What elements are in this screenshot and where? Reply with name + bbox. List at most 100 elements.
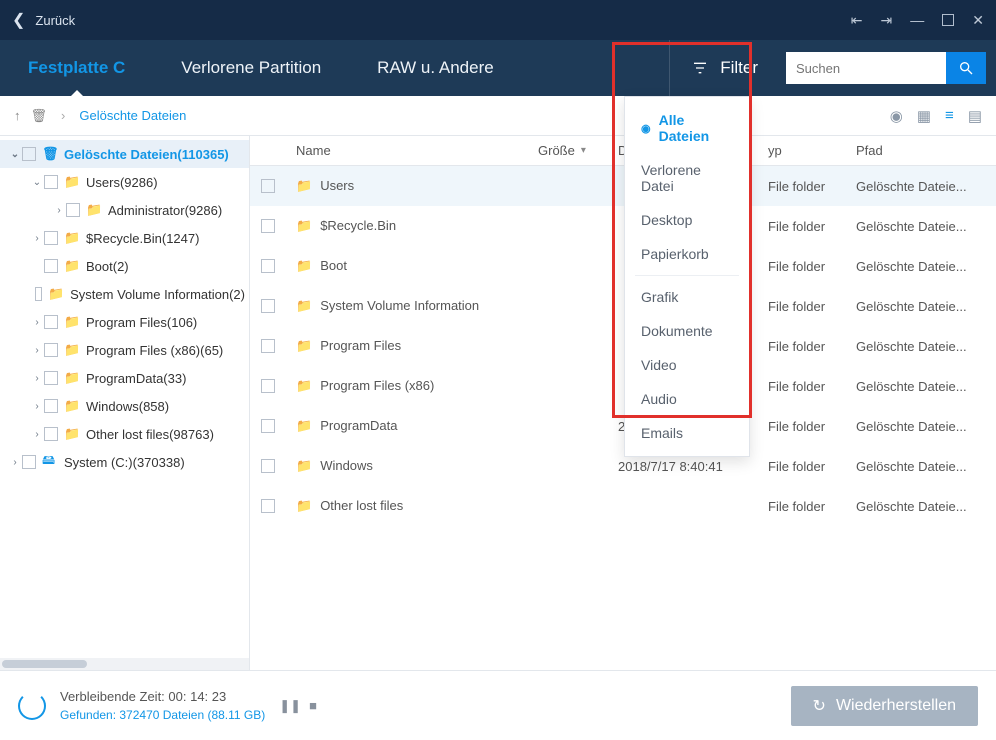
- caret-icon[interactable]: ›: [30, 373, 44, 384]
- tree-label: $Recycle.Bin(1247): [86, 231, 199, 246]
- checkbox[interactable]: [44, 315, 58, 329]
- trash-icon[interactable]: 🗑: [31, 108, 48, 124]
- checkbox[interactable]: [261, 419, 275, 433]
- tree-item[interactable]: ⌄🗑Gelöschte Dateien(110365): [0, 140, 249, 168]
- file-path: Gelöschte Dateie...: [846, 339, 996, 354]
- checkbox[interactable]: [261, 379, 275, 393]
- filter-button[interactable]: Filter: [669, 40, 786, 96]
- file-name: Program Files (x86): [320, 378, 434, 393]
- tree-label: Windows(858): [86, 399, 169, 414]
- checkbox[interactable]: [44, 175, 58, 189]
- up-icon[interactable]: ↑: [14, 108, 21, 123]
- tree-item[interactable]: ›📁$Recycle.Bin(1247): [0, 224, 249, 252]
- filter-item[interactable]: Video: [625, 348, 749, 382]
- caret-icon[interactable]: ›: [52, 205, 66, 216]
- folder-icon: 📁: [296, 418, 312, 433]
- col-path[interactable]: Pfad: [846, 143, 996, 158]
- checkbox[interactable]: [261, 459, 275, 473]
- tree-item[interactable]: ›🖴System (C:)(370338): [0, 448, 249, 476]
- checkbox[interactable]: [261, 339, 275, 353]
- tree-item[interactable]: 📁System Volume Information(2): [0, 280, 249, 308]
- tree-item[interactable]: ›📁Administrator(9286): [0, 196, 249, 224]
- back-button[interactable]: ❮ Zurück: [12, 10, 75, 30]
- export-icon[interactable]: ⇥: [881, 12, 893, 29]
- checkbox[interactable]: [261, 259, 275, 273]
- checkbox[interactable]: [44, 399, 58, 413]
- table-row[interactable]: 📁Program Files (x86)File folderGelöschte…: [250, 366, 996, 406]
- col-type[interactable]: yp: [758, 143, 846, 158]
- col-name[interactable]: Name: [286, 143, 528, 158]
- filter-item[interactable]: Grafik: [625, 280, 749, 314]
- tab-disk-c[interactable]: Festplatte C: [0, 40, 153, 96]
- filter-item[interactable]: Desktop: [625, 203, 749, 237]
- filter-item-all[interactable]: Alle Dateien: [625, 103, 749, 153]
- tree-item[interactable]: ›📁Program Files(106): [0, 308, 249, 336]
- table-row[interactable]: 📁BootFile folderGelöschte Dateie...: [250, 246, 996, 286]
- search-button[interactable]: [946, 52, 986, 84]
- file-name: Other lost files: [320, 498, 403, 513]
- table-row[interactable]: 📁Program FilesFile folderGelöschte Datei…: [250, 326, 996, 366]
- caret-icon[interactable]: ⌄: [8, 149, 22, 160]
- caret-icon[interactable]: ›: [30, 429, 44, 440]
- tree-item[interactable]: ›📁Program Files (x86)(65): [0, 336, 249, 364]
- tree-item[interactable]: ›📁Other lost files(98763): [0, 420, 249, 448]
- checkbox[interactable]: [22, 455, 36, 469]
- list-view-icon[interactable]: ≡: [945, 107, 954, 124]
- caret-icon[interactable]: ⌄: [30, 177, 44, 188]
- grid-view-icon[interactable]: ▦: [917, 107, 931, 125]
- folder-icon: 📁: [64, 342, 80, 358]
- filter-item[interactable]: Dokumente: [625, 314, 749, 348]
- tab-raw-other[interactable]: RAW u. Andere: [349, 40, 522, 96]
- recover-button[interactable]: ↻ Wiederherstellen: [791, 686, 978, 726]
- tree-item[interactable]: ›📁ProgramData(33): [0, 364, 249, 392]
- maximize-button[interactable]: [942, 14, 954, 26]
- minimize-button[interactable]: —: [910, 12, 924, 28]
- checkbox[interactable]: [44, 259, 58, 273]
- caret-icon[interactable]: ›: [30, 233, 44, 244]
- filter-item[interactable]: Papierkorb: [625, 237, 749, 271]
- filter-item[interactable]: Audio: [625, 382, 749, 416]
- filter-item[interactable]: Verlorene Datei: [625, 153, 749, 203]
- preview-icon[interactable]: ◉: [890, 107, 903, 125]
- checkbox[interactable]: [261, 499, 275, 513]
- search-wrap: [786, 52, 986, 84]
- caret-icon[interactable]: ›: [8, 457, 22, 468]
- checkbox[interactable]: [44, 343, 58, 357]
- import-icon[interactable]: ⇤: [851, 12, 863, 29]
- tab-lost-partition[interactable]: Verlorene Partition: [153, 40, 349, 96]
- tree-item[interactable]: ›📁Windows(858): [0, 392, 249, 420]
- col-size[interactable]: Größe▾: [528, 143, 608, 158]
- caret-icon[interactable]: ›: [30, 345, 44, 356]
- breadcrumb[interactable]: Gelöschte Dateien: [79, 108, 186, 123]
- content: Name Größe▾ D yp Pfad 📁UsersFile folderG…: [250, 136, 996, 670]
- caret-icon[interactable]: ›: [30, 401, 44, 412]
- tree-item[interactable]: 📁Boot(2): [0, 252, 249, 280]
- checkbox[interactable]: [261, 179, 275, 193]
- checkbox[interactable]: [66, 203, 80, 217]
- checkbox[interactable]: [261, 299, 275, 313]
- caret-icon[interactable]: ›: [30, 317, 44, 328]
- checkbox[interactable]: [261, 219, 275, 233]
- filter-item[interactable]: Emails: [625, 416, 749, 450]
- table-row[interactable]: 📁ProgramData2018/7/23 8:53:06File folder…: [250, 406, 996, 446]
- table-row[interactable]: 📁$Recycle.BinFile folderGelöschte Dateie…: [250, 206, 996, 246]
- checkbox[interactable]: [44, 231, 58, 245]
- tree-item[interactable]: ⌄📁Users(9286): [0, 168, 249, 196]
- sidebar-scrollbar[interactable]: [0, 658, 249, 670]
- table-row[interactable]: 📁Other lost filesFile folderGelöschte Da…: [250, 486, 996, 526]
- file-type: File folder: [758, 179, 846, 194]
- checkbox[interactable]: [44, 427, 58, 441]
- checkbox[interactable]: [35, 287, 42, 301]
- close-button[interactable]: ✕: [972, 12, 984, 29]
- checkbox[interactable]: [44, 371, 58, 385]
- folder-icon: 📁: [64, 174, 80, 190]
- file-path: Gelöschte Dateie...: [846, 459, 996, 474]
- detail-view-icon[interactable]: ▤: [968, 107, 982, 125]
- table-row[interactable]: 📁UsersFile folderGelöschte Dateie...: [250, 166, 996, 206]
- table-row[interactable]: 📁Windows2018/7/17 8:40:41File folderGelö…: [250, 446, 996, 486]
- checkbox[interactable]: [22, 147, 36, 161]
- file-name: Users: [320, 178, 354, 193]
- search-input[interactable]: [786, 52, 946, 84]
- table-row[interactable]: 📁System Volume InformationFile folderGel…: [250, 286, 996, 326]
- file-name: ProgramData: [320, 418, 397, 433]
